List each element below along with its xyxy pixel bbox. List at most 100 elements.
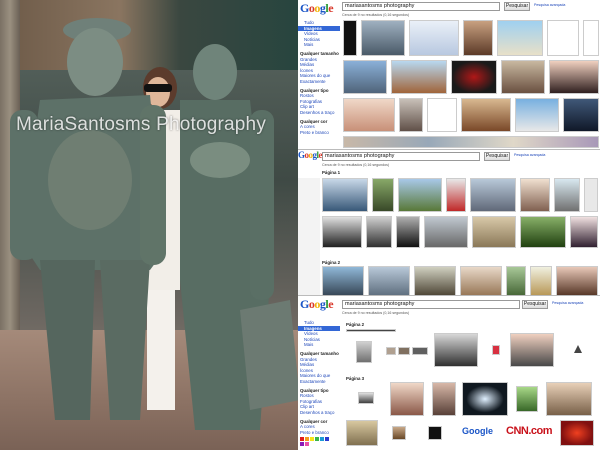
result-thumbnail[interactable] [560,420,594,446]
search-input[interactable]: mariasantosms photography [342,2,500,11]
result-thumbnail[interactable] [515,98,559,132]
result-thumbnail[interactable] [463,20,493,56]
color-swatch[interactable] [310,437,314,442]
size-option[interactable]: Exactamente [298,79,340,85]
man-right-leg [100,260,150,420]
result-thumbnail[interactable] [343,60,387,94]
result-thumbnail[interactable] [322,266,364,295]
result-thumbnail[interactable] [549,60,599,94]
result-thumbnail[interactable] [427,98,457,132]
result-thumbnail[interactable] [372,178,394,212]
result-thumbnail[interactable] [547,20,579,56]
result-thumbnail[interactable] [391,60,447,94]
search-input[interactable]: mariasantosms photography [322,152,480,161]
google-logo-thumbnail[interactable]: Google [462,426,493,436]
man-left-leg [40,260,95,420]
screenshot-3: Google mariasantosms photography Pesquis… [298,296,600,450]
sidebar-collapsed [298,178,320,295]
sidebar-item-more[interactable]: Mais [298,42,340,48]
result-thumbnail[interactable] [461,98,511,132]
size-option[interactable]: Exactamente [298,379,340,385]
result-thumbnail[interactable] [428,426,442,440]
type-option[interactable]: Desenhos a traço [298,410,340,416]
result-thumbnail[interactable] [361,20,405,56]
result-thumbnail[interactable] [322,216,362,248]
result-thumbnail[interactable] [446,178,466,212]
page-label: Página 1 [322,170,341,175]
result-thumbnail[interactable] [470,178,516,212]
color-option[interactable]: Preto e branco [298,430,340,436]
result-thumbnail[interactable] [556,266,598,295]
result-thumbnail[interactable] [386,347,396,355]
result-thumbnail[interactable] [346,420,378,446]
color-swatch[interactable] [305,442,309,447]
result-thumbnail[interactable] [412,347,428,355]
result-thumbnail[interactable] [358,392,374,404]
search-input[interactable]: mariasantosms photography [342,300,520,309]
color-swatch[interactable] [300,442,304,447]
result-thumbnail[interactable] [520,178,550,212]
sidebar-item-more[interactable]: Mais [298,342,340,348]
color-swatch[interactable] [305,437,309,442]
result-thumbnail[interactable] [414,266,456,295]
result-thumbnail[interactable] [343,98,395,132]
result-thumbnail-row[interactable] [343,136,599,148]
result-thumbnail[interactable] [396,216,420,248]
result-thumbnail[interactable] [398,347,410,355]
result-thumbnail[interactable] [516,386,538,412]
result-thumbnail[interactable] [346,329,396,332]
result-thumbnail[interactable] [434,333,478,367]
result-thumbnail[interactable] [424,216,468,248]
image-results-grid-1 [343,20,599,148]
search-button[interactable]: Pesquisar [504,2,530,11]
result-thumbnail[interactable] [390,382,424,416]
man-head [67,28,123,96]
search-button[interactable]: Pesquisar [484,152,510,161]
result-thumbnail[interactable] [506,266,526,295]
color-swatch[interactable] [320,437,324,442]
result-thumbnail[interactable] [356,341,372,363]
screenshot-1: Google mariasantosms photography Pesquis… [298,0,600,150]
google-logo: Google [300,1,334,15]
photographer-watermark: MariaSantosms Photography [16,114,267,135]
result-thumbnail[interactable] [368,266,410,295]
result-thumbnail[interactable] [492,345,500,355]
result-thumbnail[interactable] [451,60,497,94]
result-thumbnail[interactable] [398,178,442,212]
result-thumbnail[interactable] [501,60,545,94]
result-thumbnail[interactable] [392,426,406,440]
result-thumbnail[interactable] [322,178,368,212]
cnn-logo-thumbnail[interactable]: CNN.com [506,425,553,437]
result-thumbnail[interactable] [530,266,552,295]
color-swatch[interactable] [300,437,304,442]
page-label: Página 2 [322,260,341,265]
result-thumbnail[interactable] [546,382,592,416]
result-thumbnail[interactable] [584,178,598,212]
result-thumbnail[interactable] [510,333,554,367]
result-thumbnail[interactable] [343,20,357,56]
color-swatch[interactable] [325,437,329,442]
result-thumbnail[interactable] [460,266,502,295]
result-thumbnail[interactable] [570,216,598,248]
result-stats: Cerca de 9 no resultados (0,16 segundos) [342,13,410,17]
search-button[interactable]: Pesquisar [522,300,548,309]
result-thumbnail[interactable] [462,382,508,416]
result-thumbnail[interactable] [432,382,456,416]
color-swatch[interactable] [315,437,319,442]
result-thumbnail[interactable] [472,216,516,248]
advanced-search-link[interactable]: Pesquisa avançada [534,3,565,7]
result-thumbnail[interactable] [583,20,599,56]
result-thumbnail[interactable] [563,98,599,132]
result-thumbnail[interactable] [520,216,566,248]
advanced-search-link[interactable]: Pesquisa avançada [552,301,583,305]
advanced-search-link[interactable]: Pesquisa avançada [514,153,545,157]
result-thumbnail[interactable] [497,20,543,56]
result-thumbnail[interactable] [409,20,459,56]
result-thumbnail[interactable] [554,178,580,212]
result-thumbnail[interactable] [366,216,392,248]
result-thumbnail[interactable] [399,98,423,132]
color-option[interactable]: Preto e branco [298,130,340,136]
type-option[interactable]: Desenhos a traço [298,110,340,116]
google-logo: Google [300,297,334,311]
statue-bag [240,300,300,410]
